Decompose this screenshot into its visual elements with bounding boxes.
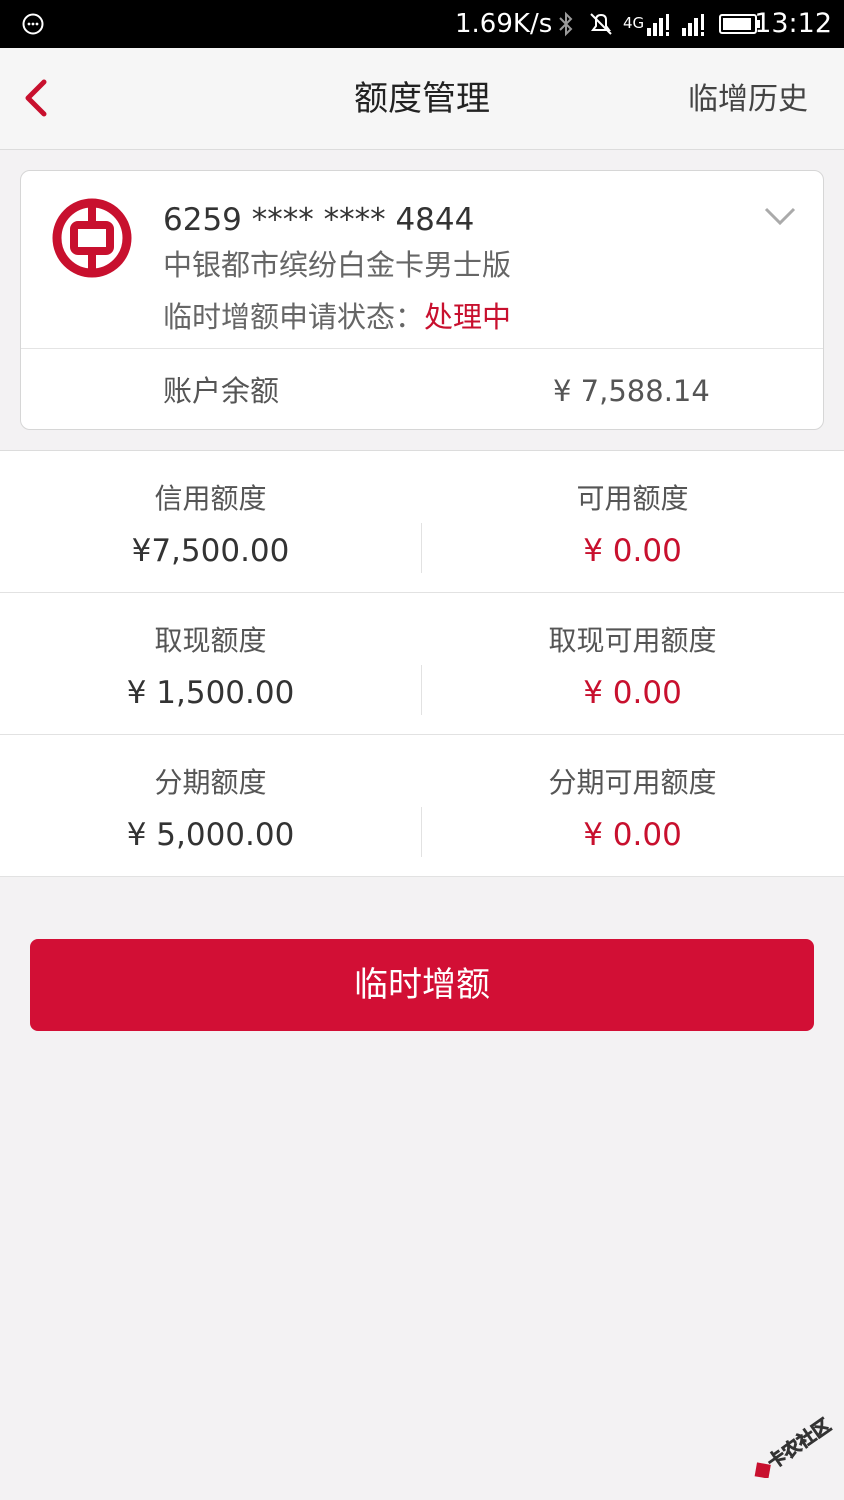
message-icon bbox=[22, 13, 44, 35]
svg-text:卡农社区: 卡农社区 bbox=[763, 1414, 835, 1473]
limits-grid: 信用额度 ¥7,500.00 可用额度 ¥ 0.00 取现额度 ¥ 1,500.… bbox=[0, 451, 844, 877]
chevron-down-icon[interactable] bbox=[763, 205, 797, 227]
card-section: 6259 **** **** 4844 中银都市缤纷白金卡男士版 临时增额申请状… bbox=[0, 150, 844, 451]
divider bbox=[21, 348, 823, 349]
watermark-logo: 卡农社区 bbox=[754, 1414, 835, 1478]
signal-icon bbox=[647, 14, 669, 36]
increase-history-link[interactable]: 临增历史 bbox=[688, 80, 808, 120]
network-type-label: 4G bbox=[623, 14, 645, 32]
available-limit-label: 可用额度 bbox=[576, 482, 689, 515]
temporary-increase-button[interactable]: 临时增额 bbox=[30, 939, 814, 1031]
status-value: 处理中 bbox=[424, 300, 512, 334]
credit-limit-value: ¥7,500.00 bbox=[131, 533, 290, 569]
available-limit-cell: 可用额度 ¥ 0.00 bbox=[422, 451, 843, 592]
clock: 13:12 bbox=[754, 8, 832, 39]
limit-row: 信用额度 ¥7,500.00 可用额度 ¥ 0.00 bbox=[0, 451, 844, 593]
cash-limit-label: 取现额度 bbox=[154, 624, 267, 657]
status-label: 临时增额申请状态： bbox=[163, 300, 425, 334]
cash-available-value: ¥ 0.00 bbox=[583, 675, 682, 711]
cash-limit-cell: 取现额度 ¥ 1,500.00 bbox=[0, 593, 421, 734]
credit-limit-label: 信用额度 bbox=[154, 482, 267, 515]
installment-available-value: ¥ 0.00 bbox=[583, 817, 682, 853]
balance-value: ¥ 7,588.14 bbox=[553, 374, 710, 408]
installment-limit-label: 分期额度 bbox=[154, 766, 267, 799]
cash-available-label: 取现可用额度 bbox=[548, 624, 717, 657]
installment-limit-cell: 分期额度 ¥ 5,000.00 bbox=[0, 735, 421, 876]
nav-bar: 额度管理 临增历史 bbox=[0, 48, 844, 150]
status-bar: 1.69K/s 4G 13:12 bbox=[0, 0, 844, 48]
card-product-name: 中银都市缤纷白金卡男士版 bbox=[163, 248, 512, 282]
credit-limit-cell: 信用额度 ¥7,500.00 bbox=[0, 451, 421, 592]
bluetooth-icon bbox=[559, 11, 573, 37]
network-speed: 1.69K/s bbox=[455, 9, 553, 39]
limit-row: 取现额度 ¥ 1,500.00 取现可用额度 ¥ 0.00 bbox=[0, 593, 844, 735]
application-status: 临时增额申请状态：处理中 bbox=[163, 299, 511, 335]
cash-limit-value: ¥ 1,500.00 bbox=[126, 675, 295, 711]
installment-limit-value: ¥ 5,000.00 bbox=[126, 817, 295, 853]
balance-label: 账户余额 bbox=[163, 374, 280, 408]
installment-available-cell: 分期可用额度 ¥ 0.00 bbox=[422, 735, 843, 876]
available-limit-value: ¥ 0.00 bbox=[583, 533, 682, 569]
limit-row: 分期额度 ¥ 5,000.00 分期可用额度 ¥ 0.00 bbox=[0, 735, 844, 877]
card-number: 6259 **** **** 4844 bbox=[163, 202, 475, 238]
mute-icon bbox=[590, 13, 612, 35]
bank-of-china-logo bbox=[52, 198, 132, 278]
credit-card-panel[interactable]: 6259 **** **** 4844 中银都市缤纷白金卡男士版 临时增额申请状… bbox=[20, 170, 824, 430]
signal-icon bbox=[682, 14, 704, 36]
cash-available-cell: 取现可用额度 ¥ 0.00 bbox=[422, 593, 843, 734]
installment-available-label: 分期可用额度 bbox=[548, 766, 717, 799]
